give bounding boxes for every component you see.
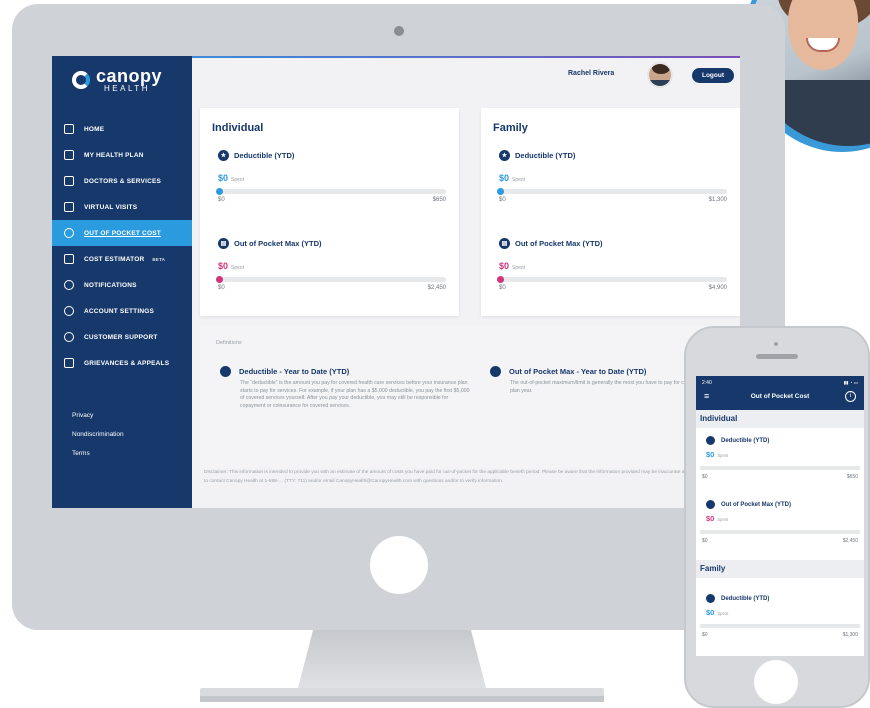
individual-oop-max: ▤ Out of Pocket Max (YTD) $0 Spent $0 $2,45… <box>216 238 446 291</box>
user-name: Rachel Rivera <box>568 70 615 77</box>
info-icon[interactable]: i <box>845 391 856 402</box>
avatar[interactable] <box>647 62 673 88</box>
range-min: $0 <box>499 197 506 203</box>
beta-badge: BETA <box>152 256 166 262</box>
bell-icon <box>64 280 74 290</box>
sidebar-item-customer-support[interactable]: CUSTOMER SUPPORT <box>52 324 192 350</box>
individual-card: Individual ★ Deductible (YTD) $0 Spent $0 $… <box>200 108 459 316</box>
definition-deductible: Deductible - Year to Date (YTD) The “ded… <box>220 366 470 410</box>
deductible-progress-bar <box>497 188 727 195</box>
phone-individual-oop: Out of Pocket Max (YTD) $0 Spent $0 $2,450 <box>700 500 860 544</box>
range-max: $2,450 <box>427 285 446 291</box>
cost-icon <box>64 228 74 238</box>
range-max: $4,900 <box>708 285 727 291</box>
camera-icon <box>394 26 404 36</box>
phone-header: 2:40 ▮▮ ◔ ▭ ≡ Out of Pocket Cost i <box>696 376 864 410</box>
support-icon <box>64 332 74 342</box>
app-screen: canopy HEALTH HOME MY HEALTH PLAN DOCTOR… <box>52 56 740 508</box>
sidebar-item-home[interactable]: HOME <box>52 116 192 142</box>
sidebar-item-out-of-pocket-cost[interactable]: OUT OF POCKET COST <box>52 220 192 246</box>
deductible-icon <box>706 436 715 445</box>
definitions-title: Definitions <box>216 340 242 346</box>
oop-icon <box>490 366 501 377</box>
progress-bar <box>700 466 860 470</box>
phone-screen: 2:40 ▮▮ ◔ ▭ ≡ Out of Pocket Cost i Indiv… <box>696 376 864 656</box>
sidebar-footer: Privacy Nondiscrimination Terms <box>72 406 124 463</box>
range-max: $650 <box>432 197 446 203</box>
oop-icon: ▤ <box>499 238 510 249</box>
calculator-icon <box>64 254 74 264</box>
plan-icon <box>64 150 74 160</box>
deductible-progress-bar <box>216 188 446 195</box>
status-time: 2:40 <box>702 380 712 386</box>
phone-family-title: Family <box>696 560 864 578</box>
doctor-icon <box>64 176 74 186</box>
progress-bar <box>700 624 860 628</box>
disclaimer-text: Disclaimer: This information is intended… <box>204 470 734 484</box>
power-button <box>370 536 428 594</box>
terms-link[interactable]: Terms <box>72 444 124 463</box>
individual-deductible: ★ Deductible (YTD) $0 Spent $0 $650 <box>216 150 446 203</box>
signal-icon: ▮▮ ◔ ▭ <box>843 380 858 385</box>
phone-individual-title: Individual <box>696 410 864 428</box>
document-icon <box>64 358 74 368</box>
oop-icon: ▤ <box>218 238 229 249</box>
family-title: Family <box>493 122 528 134</box>
oop-icon <box>706 500 715 509</box>
gear-icon <box>64 306 74 316</box>
deductible-icon: ★ <box>218 150 229 161</box>
oop-progress-bar <box>216 276 446 283</box>
family-card: Family ★ Deductible (YTD) $0 Spent $0 $1,30… <box>481 108 740 316</box>
monitor-stand <box>298 630 486 688</box>
phone-family-deductible: Deductible (YTD) $0 Spent $0 $1,300 <box>700 594 860 638</box>
oop-progress-bar <box>497 276 727 283</box>
logo-text: canopy <box>96 66 163 86</box>
privacy-link[interactable]: Privacy <box>72 406 124 425</box>
canopy-logo-icon <box>72 71 90 89</box>
sidebar-item-my-health-plan[interactable]: MY HEALTH PLAN <box>52 142 192 168</box>
range-min: $0 <box>218 285 225 291</box>
individual-title: Individual <box>212 122 264 134</box>
range-min: $0 <box>218 197 225 203</box>
logo[interactable]: canopy HEALTH <box>72 64 162 96</box>
oop-spent: $0 Spent <box>218 261 245 271</box>
sidebar-item-cost-estimator[interactable]: COST ESTIMATOR BETA <box>52 246 192 272</box>
deductible-icon: ★ <box>499 150 510 161</box>
logout-button[interactable]: Logout <box>692 68 734 83</box>
phone-home-button <box>754 660 798 704</box>
deductible-icon <box>220 366 231 377</box>
logo-subtext: HEALTH <box>104 84 150 93</box>
family-deductible: ★ Deductible (YTD) $0 Spent $0 $1,300 <box>497 150 727 203</box>
nondiscrimination-link[interactable]: Nondiscrimination <box>72 425 124 444</box>
mobile-phone: 2:40 ▮▮ ◔ ▭ ≡ Out of Pocket Cost i Indiv… <box>684 326 870 708</box>
sidebar-item-doctors-services[interactable]: DOCTORS & SERVICES <box>52 168 192 194</box>
progress-bar <box>700 530 860 534</box>
phone-speaker <box>756 354 798 359</box>
deductible-spent: $0 Spent <box>499 173 526 183</box>
oop-spent: $0 Spent <box>499 261 526 271</box>
deductible-icon <box>706 594 715 603</box>
sidebar: canopy HEALTH HOME MY HEALTH PLAN DOCTOR… <box>52 56 192 508</box>
phone-individual-deductible: Deductible (YTD) $0 Spent $0 $650 <box>700 436 860 480</box>
sidebar-item-grievances-appeals[interactable]: GRIEVANCES & APPEALS <box>52 350 192 376</box>
sidebar-item-notifications[interactable]: NOTIFICATIONS <box>52 272 192 298</box>
video-icon <box>64 202 74 212</box>
phone-title: Out of Pocket Cost <box>750 393 810 400</box>
range-max: $1,300 <box>708 197 727 203</box>
sidebar-item-account-settings[interactable]: ACCOUNT SETTINGS <box>52 298 192 324</box>
sidebar-nav: HOME MY HEALTH PLAN DOCTORS & SERVICES V… <box>52 116 192 376</box>
deductible-spent: $0 Spent <box>218 173 245 183</box>
marketing-mockup: canopy HEALTH HOME MY HEALTH PLAN DOCTOR… <box>0 0 870 708</box>
home-icon <box>64 124 74 134</box>
family-oop-max: ▤ Out of Pocket Max (YTD) $0 Spent $0 $4,90… <box>497 238 727 291</box>
definitions-panel: Definitions Deductible - Year to Date (Y… <box>200 326 740 468</box>
sidebar-item-virtual-visits[interactable]: VIRTUAL VISITS <box>52 194 192 220</box>
range-min: $0 <box>499 285 506 291</box>
